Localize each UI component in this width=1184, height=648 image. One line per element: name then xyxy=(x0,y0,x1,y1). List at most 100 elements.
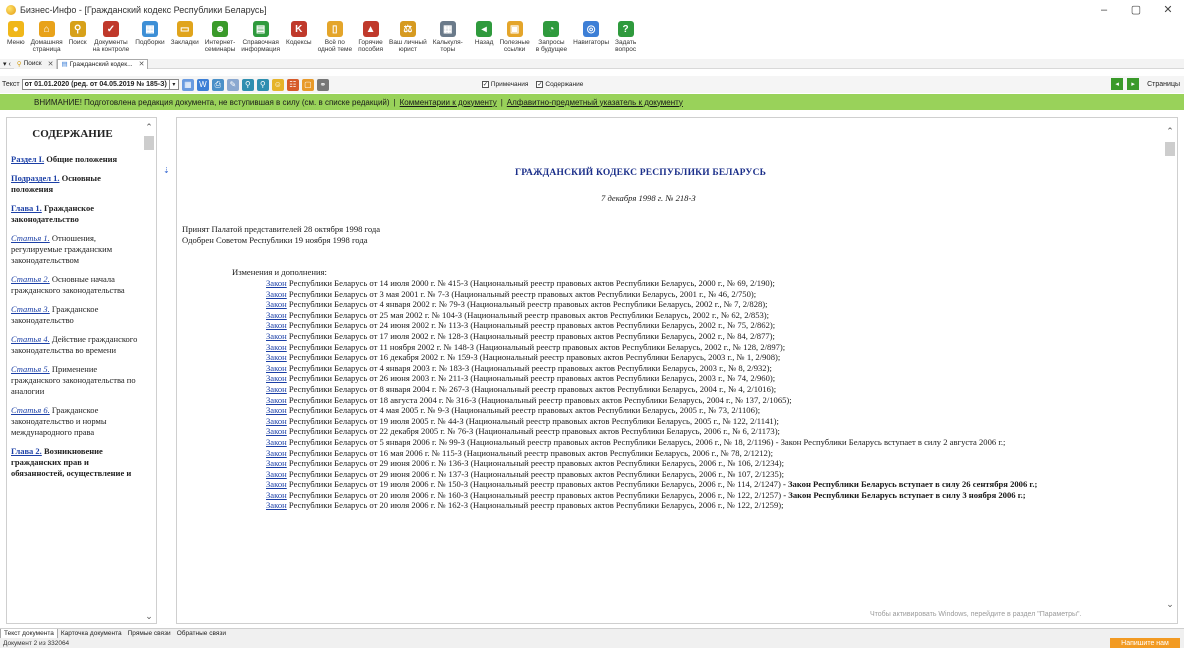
maximize-button[interactable]: ▢ xyxy=(1120,0,1152,19)
law-link[interactable]: Закон xyxy=(266,416,287,426)
bookmark-icon[interactable]: ☷ xyxy=(286,78,299,91)
toc-item[interactable]: Статья 3. Гражданское законодательство xyxy=(11,304,138,326)
law-link[interactable]: Закон xyxy=(266,500,287,510)
print-icon[interactable]: ⎙ xyxy=(211,78,224,91)
toolbar-button-question[interactable]: ? Задать вопрос xyxy=(612,19,639,53)
toolbar-button-topic[interactable]: ▯ Всё по одной теме xyxy=(315,19,356,53)
document-scrollbar[interactable]: ⌃ ⌄ xyxy=(1163,118,1177,623)
write-us-button[interactable]: Напишите нам xyxy=(1110,638,1180,648)
tab-reverse-links[interactable]: Обратные связи xyxy=(174,629,229,639)
law-link[interactable]: Закон xyxy=(266,299,287,309)
toolbar-button-codes[interactable]: K Кодексы xyxy=(283,19,315,46)
note-icon[interactable]: ☺ xyxy=(271,78,284,91)
toc-link[interactable]: Глава 1. xyxy=(11,203,42,213)
tab-direct-links[interactable]: Прямые связи xyxy=(125,629,174,639)
contents-scrollbar[interactable]: ⌃ ⌄ xyxy=(142,118,156,623)
binoculars-icon[interactable]: ⚭ xyxy=(316,78,329,91)
law-link[interactable]: Закон xyxy=(266,479,287,489)
minimize-button[interactable]: – xyxy=(1088,0,1120,19)
toolbar-button-selections[interactable]: ▦ Подборки xyxy=(132,19,167,46)
toolbar-button-useful-links[interactable]: ▣ Полезные ссылки xyxy=(496,19,532,53)
subject-index-link[interactable]: Алфавитно-предметный указатель к докумен… xyxy=(507,98,683,107)
contents-checkbox[interactable]: ✓ Содержание xyxy=(536,81,583,88)
toolbar-button-calculator[interactable]: ▦ Калькуля- торы xyxy=(430,19,466,53)
edition-select[interactable]: от 01.01.2020 (ред. от 04.05.2019 № 185-… xyxy=(21,79,170,90)
toc-link[interactable]: Статья 6. xyxy=(11,405,50,415)
edit-icon[interactable]: ✎ xyxy=(226,78,239,91)
law-link[interactable]: Закон xyxy=(266,310,287,320)
toolbar-button-documents-control[interactable]: ✓ Документы на контроле xyxy=(90,19,133,53)
pages-label[interactable]: Страницы xyxy=(1147,81,1180,88)
find-next-icon[interactable]: ⚲ xyxy=(256,78,269,91)
law-link[interactable]: Закон xyxy=(266,384,287,394)
toc-item[interactable]: Глава 2. Возникновение гражданских прав … xyxy=(11,446,138,479)
toc-item[interactable]: Статья 6. Гражданское законодательство и… xyxy=(11,405,138,438)
toc-link[interactable]: Статья 4. xyxy=(11,334,50,344)
tab-search[interactable]: ⚲ Поиск ✕ xyxy=(13,58,58,69)
sync-marker-icon[interactable]: ⇣ xyxy=(163,166,171,175)
toc-item[interactable]: Раздел I. Общие положения xyxy=(11,154,138,165)
close-button[interactable]: ✕ xyxy=(1152,0,1184,19)
toolbar-button-back[interactable]: ◂ Назад xyxy=(472,19,497,46)
tab-document-text[interactable]: Текст документа xyxy=(0,628,58,639)
tab-menu-icon[interactable]: ▾ ‹ xyxy=(0,60,14,68)
law-link[interactable]: Закон xyxy=(266,426,287,436)
tab-document-card[interactable]: Карточка документа xyxy=(58,629,125,639)
scroll-up-icon[interactable]: ⌃ xyxy=(1163,124,1177,138)
toolbar-button-hot-manuals[interactable]: ▲ Горячие пособия xyxy=(355,19,386,53)
law-link[interactable]: Закон xyxy=(266,373,287,383)
comments-link[interactable]: Комментарии к документу xyxy=(400,98,497,107)
toc-item[interactable]: Статья 1. Отношения, регулируемые гражда… xyxy=(11,233,138,266)
toolbar-button-bookmarks[interactable]: ▭ Закладки xyxy=(168,19,202,46)
prev-page-icon[interactable]: ◂ xyxy=(1111,78,1124,90)
law-link[interactable]: Закон xyxy=(266,352,287,362)
law-link[interactable]: Закон xyxy=(266,395,287,405)
toc-item[interactable]: Подраздел 1. Основные положения xyxy=(11,173,138,195)
toc-link[interactable]: Статья 3. xyxy=(11,304,50,314)
law-link[interactable]: Закон xyxy=(266,363,287,373)
scroll-down-icon[interactable]: ⌄ xyxy=(142,609,156,623)
toc-link[interactable]: Раздел I. xyxy=(11,154,44,164)
comment-icon[interactable]: ▢ xyxy=(301,78,314,91)
chevron-down-icon[interactable]: ▾ xyxy=(169,79,179,90)
scrollbar-thumb[interactable] xyxy=(144,136,154,150)
scroll-up-icon[interactable]: ⌃ xyxy=(142,120,156,134)
toc-item[interactable]: Статья 2. Основные начала гражданского з… xyxy=(11,274,138,296)
toc-item[interactable]: Статья 4. Действие гражданского законода… xyxy=(11,334,138,356)
toc-item[interactable]: Статья 5. Применение гражданского законо… xyxy=(11,364,138,397)
law-link[interactable]: Закон xyxy=(266,490,287,500)
toc-link[interactable]: Статья 5. xyxy=(11,364,50,374)
toc-link[interactable]: Глава 2. xyxy=(11,446,42,456)
next-page-icon[interactable]: ▸ xyxy=(1127,78,1140,90)
toc-link[interactable]: Статья 1. xyxy=(11,233,50,243)
law-link[interactable]: Закон xyxy=(266,448,287,458)
law-link[interactable]: Закон xyxy=(266,342,287,352)
law-link[interactable]: Закон xyxy=(266,458,287,468)
law-link[interactable]: Закон xyxy=(266,278,287,288)
toc-item[interactable]: Глава 1. Гражданское законодательство xyxy=(11,203,138,225)
toolbar-button-future-requests[interactable]: ◔ Запросы в будущее xyxy=(533,19,570,53)
law-link[interactable]: Закон xyxy=(266,320,287,330)
close-tab-icon[interactable]: ✕ xyxy=(48,60,54,68)
toolbar-button-reference[interactable]: ▤ Справочная информация xyxy=(238,19,283,53)
law-link[interactable]: Закон xyxy=(266,437,287,447)
toolbar-button-navigator[interactable]: ◎ Навигаторы xyxy=(570,19,612,46)
find-icon[interactable]: ⚲ xyxy=(241,78,254,91)
notes-checkbox[interactable]: ✓ Примечания xyxy=(481,81,528,88)
scrollbar-thumb[interactable] xyxy=(1165,142,1175,156)
law-link[interactable]: Закон xyxy=(266,469,287,479)
scroll-down-icon[interactable]: ⌄ xyxy=(1163,597,1177,611)
tab-civil-code[interactable]: ▤ Гражданский кодек... ✕ xyxy=(57,58,149,69)
toolbar-button-home[interactable]: ⌂ Домашняя страница xyxy=(28,19,66,53)
close-tab-icon[interactable]: ✕ xyxy=(139,60,145,68)
word-icon[interactable]: W xyxy=(196,78,209,91)
toolbar-button-lawyer[interactable]: ⚖ Ваш личный юрист xyxy=(386,19,430,53)
law-link[interactable]: Закон xyxy=(266,331,287,341)
toolbar-button-search[interactable]: ⚲ Поиск xyxy=(66,19,90,46)
toc-link[interactable]: Статья 2. xyxy=(11,274,50,284)
toc-link[interactable]: Подраздел 1. xyxy=(11,173,60,183)
toolbar-button-webinar[interactable]: ☻ Интернет- семинары xyxy=(202,19,239,53)
copy-icon[interactable]: ▦ xyxy=(181,78,194,91)
law-link[interactable]: Закон xyxy=(266,405,287,415)
toolbar-button-menu[interactable]: ● Меню xyxy=(4,19,28,46)
